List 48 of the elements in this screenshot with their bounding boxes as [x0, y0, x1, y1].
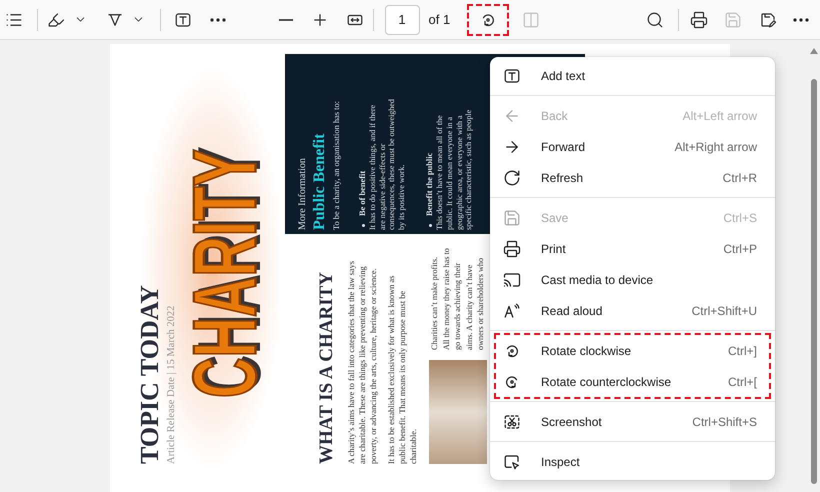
- menu-item[interactable]: Rotate counterclockwise Ctrl+[: [496, 366, 769, 397]
- menu-item[interactable]: Add text: [496, 60, 769, 91]
- page-number-field[interactable]: 1: [384, 4, 420, 34]
- menu-item[interactable]: Inspect: [496, 446, 769, 477]
- two-page-icon: [522, 10, 540, 28]
- point-title: Be of benefit: [358, 170, 368, 216]
- save-edit-icon: [759, 10, 778, 28]
- article-heading: WHAT IS A CHARITY: [316, 271, 338, 464]
- neon-banner-text: CHARITY: [190, 149, 260, 398]
- menu-item[interactable]: Print Ctrl+P: [496, 233, 769, 264]
- article-paragraph: A charity’s aims have to fall into categories that the law says are charitable. These are things like preventing or relieving poverty, or advancing the arts, culture, heritage or science.: [346, 260, 379, 464]
- menu-item[interactable]: Screenshot Ctrl+Shift+S: [496, 406, 769, 437]
- more-icon: [210, 18, 226, 22]
- read-aloud-icon: [503, 302, 521, 320]
- point-text: It has to do positive things, and if there are negative side-effects or consequences, these must be outweighed by its positive work.: [368, 98, 406, 230]
- highlighter-icon: [47, 10, 65, 28]
- save-icon: [724, 10, 742, 28]
- rotate-button[interactable]: [467, 4, 510, 36]
- release-date: Article Release Date | 15 March 2022: [166, 304, 178, 464]
- article-paragraph: It has to be established exclusively for what is known as public benefit. That means its only purpose must be charitable.: [386, 274, 419, 464]
- scroll-up-icon[interactable]: [810, 48, 818, 54]
- menu-item[interactable]: Read aloud Ctrl+Shift+U: [496, 295, 769, 326]
- text-box-icon: [174, 10, 192, 28]
- screenshot-icon: [503, 412, 521, 430]
- info-intro: To be a charity, an organisation has to:: [332, 100, 342, 230]
- info-title: Public Benefit: [311, 132, 329, 230]
- info-kicker: More Information: [297, 157, 309, 230]
- bullet-icon: [362, 224, 364, 227]
- inspect-icon: [503, 452, 521, 470]
- point-title: Benefit the public: [425, 152, 436, 216]
- menu-item[interactable]: Rotate clockwise Ctrl+]: [496, 335, 769, 366]
- point-text: This doesn’t have to mean all of the public. It could mean everyone in a geographic area, or everyone with a specific characteristic, such as people: [435, 108, 474, 230]
- search-icon: [646, 10, 664, 28]
- printer-icon: [503, 240, 521, 258]
- bullet-icon: [428, 224, 432, 227]
- cast-icon: [503, 270, 521, 288]
- menu-item[interactable]: Refresh Ctrl+R: [496, 162, 769, 193]
- save-icon: [503, 208, 521, 226]
- document-title: TOPIC TODAY: [136, 284, 164, 464]
- printer-icon: [690, 10, 708, 28]
- more-icon: [793, 18, 810, 22]
- text-box-icon: [503, 66, 521, 84]
- page-count: of 1: [428, 12, 450, 27]
- scrollbar-thumb[interactable]: [811, 79, 817, 484]
- refresh-icon: [503, 168, 521, 186]
- menu-item[interactable]: Forward Alt+Right arrow: [496, 131, 769, 162]
- aside-paragraph: Charities can’t make profits. All the money they raise has to go towards achieving their aims. A charity can’t have owners or shareholders who: [429, 248, 486, 350]
- menu-item[interactable]: Cast media to device: [496, 264, 769, 295]
